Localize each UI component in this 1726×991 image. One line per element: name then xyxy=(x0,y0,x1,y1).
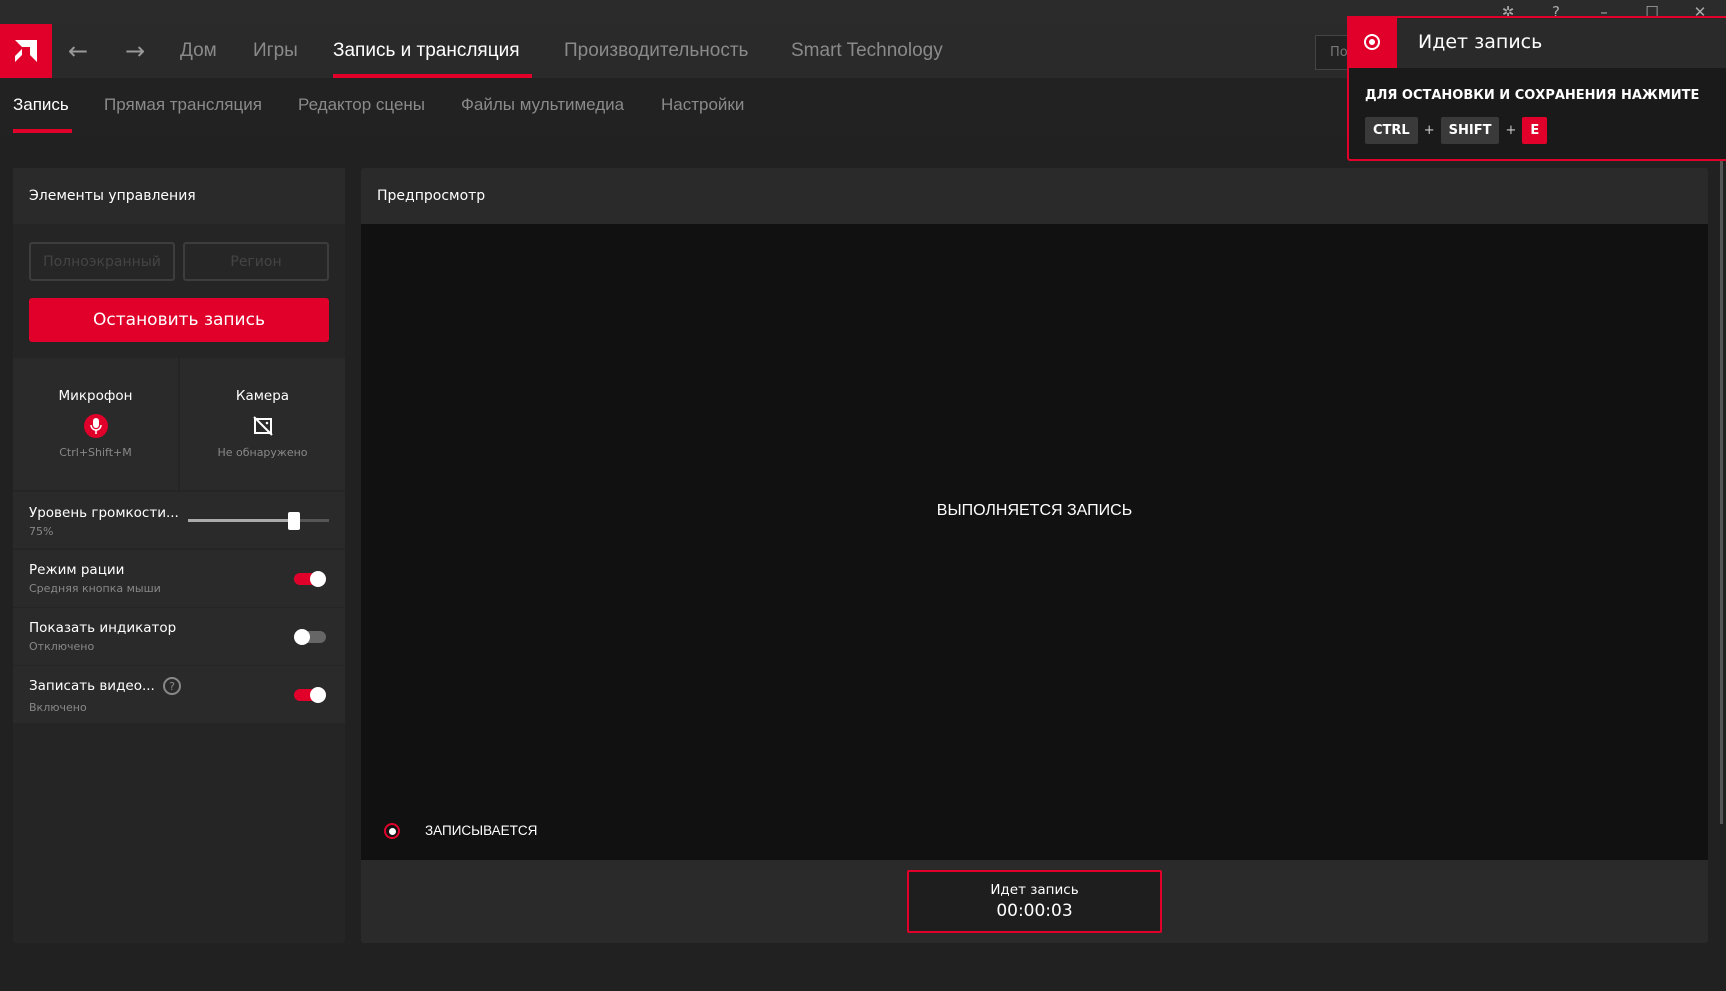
plus-sign: + xyxy=(1423,123,1435,138)
recording-timer: 00:00:03 xyxy=(996,901,1073,921)
back-arrow-icon[interactable]: ← xyxy=(68,24,88,78)
plus-sign: + xyxy=(1505,123,1517,138)
recording-status: ЗАПИСЫВАЕТСЯ xyxy=(425,823,538,838)
record-indicator-icon xyxy=(384,823,400,839)
tab-media-files[interactable]: Файлы мультимедиа xyxy=(461,78,624,132)
camera-toggle[interactable]: Камера Не обнаружено xyxy=(180,358,345,490)
controls-title: Элементы управления xyxy=(13,168,345,224)
tab-settings[interactable]: Настройки xyxy=(661,78,744,132)
nav-home[interactable]: Дом xyxy=(180,24,217,78)
nav-record-stream[interactable]: Запись и трансляция xyxy=(333,24,520,78)
record-video-toggle[interactable] xyxy=(294,687,326,703)
notification-instruction: ДЛЯ ОСТАНОВКИ И СОХРАНЕНИЯ НАЖМИТЕ xyxy=(1365,88,1700,103)
push-to-talk-toggle[interactable] xyxy=(294,571,326,587)
preview-title: Предпросмотр xyxy=(377,188,486,204)
volume-slider-handle[interactable] xyxy=(287,512,300,530)
record-video-sub: Включено xyxy=(29,701,87,714)
stop-recording-button[interactable]: Остановить запись xyxy=(29,298,329,342)
nav-games[interactable]: Игры xyxy=(253,24,298,78)
fullscreen-button[interactable]: Полноэкранный xyxy=(29,242,175,281)
notification-title: Идет запись xyxy=(1418,31,1543,53)
forward-arrow-icon[interactable]: → xyxy=(125,24,145,78)
volume-slider-fill xyxy=(188,519,294,522)
show-indicator-sub: Отключено xyxy=(29,640,95,653)
push-to-talk-row: Режим рации Средняя кнопка мыши xyxy=(13,550,345,607)
tab-record[interactable]: Запись xyxy=(13,78,69,132)
microphone-label: Микрофон xyxy=(58,388,133,404)
nav-performance[interactable]: Производительность xyxy=(564,24,748,78)
tab-scene-editor[interactable]: Редактор сцены xyxy=(298,78,425,132)
recording-in-progress-text: ВЫПОЛНЯЕТСЯ ЗАПИСЬ xyxy=(936,502,1133,519)
recording-notification: Идет запись ДЛЯ ОСТАНОВКИ И СОХРАНЕНИЯ Н… xyxy=(1347,16,1726,161)
help-icon[interactable]: ? xyxy=(163,677,181,695)
nav-smart-technology[interactable]: Smart Technology xyxy=(791,24,943,78)
push-to-talk-label: Режим рации xyxy=(29,562,125,578)
region-button[interactable]: Регион xyxy=(183,242,329,281)
amd-logo-icon[interactable] xyxy=(0,24,52,78)
camera-off-icon xyxy=(252,415,274,441)
volume-row: Уровень громкости... 75% xyxy=(13,492,345,548)
record-video-row: Записать видео... ? Включено xyxy=(13,666,345,723)
show-indicator-label: Показать индикатор xyxy=(29,620,177,636)
recording-timer-title: Идет запись xyxy=(990,882,1079,898)
volume-value: 75% xyxy=(29,525,54,538)
microphone-hotkey: Ctrl+Shift+M xyxy=(59,446,132,459)
microphone-toggle[interactable]: Микрофон Ctrl+Shift+M xyxy=(13,358,178,490)
hotkey-combo: CTRL + SHIFT + E xyxy=(1365,117,1548,144)
key-e: E xyxy=(1522,117,1548,144)
microphone-icon xyxy=(84,414,108,438)
camera-label: Камера xyxy=(235,388,290,404)
tab-active-underline xyxy=(13,129,72,133)
key-ctrl: CTRL xyxy=(1365,117,1418,144)
preview-area xyxy=(361,224,1708,860)
volume-label: Уровень громкости... xyxy=(29,505,179,521)
tab-live-stream[interactable]: Прямая трансляция xyxy=(104,78,262,132)
record-video-label: Записать видео... xyxy=(29,678,155,694)
key-shift: SHIFT xyxy=(1440,117,1500,144)
push-to-talk-sub: Средняя кнопка мыши xyxy=(29,582,161,595)
show-indicator-row: Показать индикатор Отключено xyxy=(13,608,345,665)
volume-slider[interactable] xyxy=(188,512,329,530)
camera-status: Не обнаружено xyxy=(217,446,308,459)
recording-timer-box: Идет запись 00:00:03 xyxy=(907,870,1162,933)
record-icon xyxy=(1347,16,1397,68)
show-indicator-toggle[interactable] xyxy=(294,629,326,645)
